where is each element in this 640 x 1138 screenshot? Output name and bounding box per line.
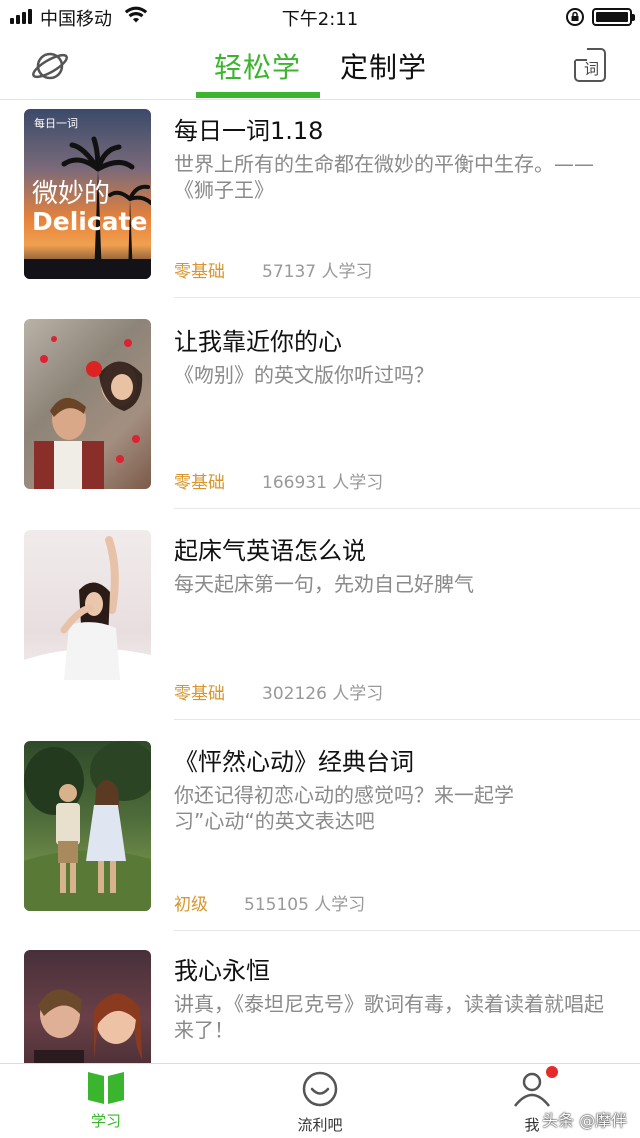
tab-easy-learn[interactable]: 轻松学: [214, 46, 301, 86]
lesson-level: 零基础: [174, 684, 225, 704]
lesson-item[interactable]: 我心永恒 讲真，《泰坦尼克号》歌词有毒，读着读着就唱起来了！: [0, 931, 640, 1063]
thumbnail-tag: 每日一词: [34, 117, 78, 130]
lesson-thumbnail: [24, 950, 151, 1063]
lesson-title: 让我靠近你的心: [174, 328, 342, 356]
dictionary-icon-label: 词: [584, 60, 600, 78]
active-tab-indicator: [196, 92, 320, 98]
tab-study-label: 学习: [90, 1112, 121, 1130]
lesson-list: 每日一词 微妙的 Delicate 每日一词1.18 世界上所有的生命都在微妙的…: [0, 101, 640, 1063]
status-bar: 中国移动 下午2:11: [0, 0, 640, 34]
lesson-description: 你还记得初恋心动的感觉吗？来一起学习”心动“的英文表达吧: [174, 783, 514, 833]
book-icon: [88, 1072, 124, 1104]
lesson-item[interactable]: 每日一词 微妙的 Delicate 每日一词1.18 世界上所有的生命都在微妙的…: [0, 101, 640, 311]
rotation-lock-icon: [565, 7, 585, 31]
lesson-title: 《怦然心动》经典台词: [174, 748, 414, 776]
tab-study[interactable]: 学习: [56, 1070, 156, 1131]
lesson-thumbnail: [24, 319, 151, 489]
top-nav: 轻松学 定制学 词: [0, 34, 640, 100]
tab-custom-learn[interactable]: 定制学: [340, 46, 427, 86]
lesson-description: 每天起床第一句，先劝自己好脾气: [174, 572, 474, 596]
lesson-thumbnail: [24, 741, 151, 911]
status-time: 下午2:11: [281, 9, 359, 30]
lesson-item[interactable]: 让我靠近你的心 《吻别》的英文版你听过吗？ 零基础 166931 人学习: [0, 298, 640, 509]
learner-count: 166931 人学习: [262, 473, 384, 493]
lesson-thumbnail: 每日一词 微妙的 Delicate: [24, 109, 151, 279]
watermark: 头条 @摩伴: [542, 1111, 628, 1130]
tab-fluent-label: 流利吧: [297, 1116, 343, 1134]
lesson-title: 我心永恒: [174, 957, 270, 985]
dictionary-icon[interactable]: 词: [574, 48, 606, 82]
lesson-thumbnail: [24, 530, 151, 700]
learner-count: 302126 人学习: [262, 684, 384, 704]
thumbnail-chinese-word: 微妙的: [32, 179, 111, 209]
lesson-level: 零基础: [174, 262, 225, 282]
lesson-level: 零基础: [174, 473, 225, 493]
lesson-description: 《吻别》的英文版你听过吗？: [174, 363, 434, 387]
lesson-level: 初级: [174, 895, 208, 915]
lesson-title: 每日一词1.18: [174, 117, 324, 145]
tab-fluent[interactable]: 流利吧: [270, 1070, 370, 1135]
learner-count: 515105 人学习: [244, 895, 366, 915]
lesson-title: 起床气英语怎么说: [174, 537, 366, 565]
person-icon: [514, 1072, 550, 1107]
lesson-item[interactable]: 起床气英语怎么说 每天起床第一句，先劝自己好脾气 零基础 302126 人学习: [0, 509, 640, 720]
lesson-item[interactable]: 《怦然心动》经典台词 你还记得初恋心动的感觉吗？来一起学习”心动“的英文表达吧 …: [0, 720, 640, 931]
thumbnail-english-word: Delicate: [32, 207, 148, 236]
learner-count: 57137 人学习: [262, 262, 373, 282]
smile-chat-icon: [302, 1071, 338, 1107]
notification-badge: [546, 1066, 558, 1078]
lesson-description: 世界上所有的生命都在微妙的平衡中生存。——《狮子王》: [174, 152, 594, 202]
planet-icon[interactable]: [30, 46, 70, 90]
battery-icon: [592, 8, 635, 26]
lesson-description: 讲真，《泰坦尼克号》歌词有毒，读着读着就唱起来了！: [174, 992, 604, 1042]
